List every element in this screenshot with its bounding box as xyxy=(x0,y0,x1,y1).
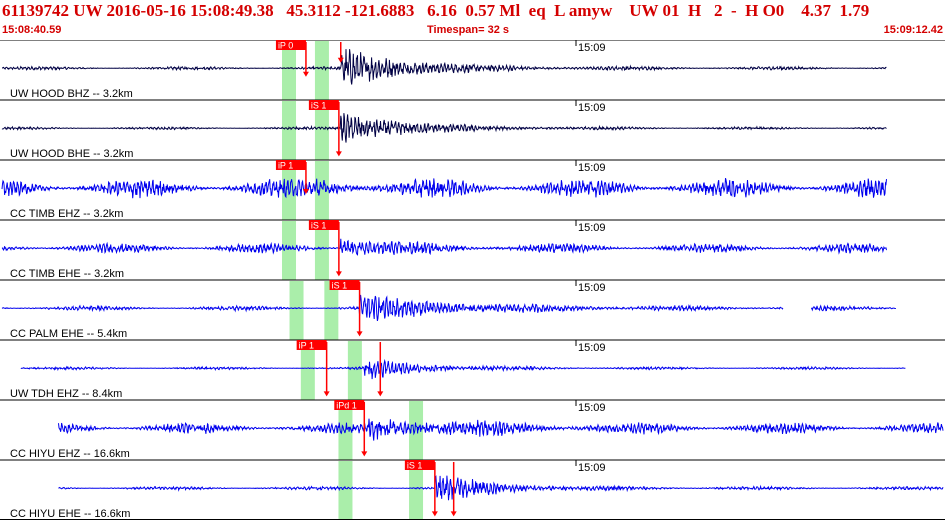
waveform-trace[interactable] xyxy=(1,294,896,322)
time-marker-label: 15:09 xyxy=(578,462,606,474)
pick-marker-triangle[interactable] xyxy=(323,391,330,397)
pick-marker-triangle[interactable] xyxy=(335,151,342,157)
pick-marker-triangle[interactable] xyxy=(431,511,438,517)
event-summary-line: 61139742 UW 2016-05-16 15:08:49.38 45.31… xyxy=(2,1,870,20)
time-marker-label: 15:09 xyxy=(578,222,606,234)
channel-label: CC HIYU EHZ -- 16.6km xyxy=(10,448,130,460)
pick-label[interactable]: iPd 1 xyxy=(336,401,357,411)
pick-marker-triangle[interactable] xyxy=(356,331,363,337)
pick-label[interactable]: iS 1 xyxy=(311,101,327,111)
analysis-window[interactable] xyxy=(338,461,353,520)
waveform-trace[interactable] xyxy=(58,418,944,441)
pick-marker-triangle[interactable] xyxy=(337,57,344,63)
waveform-trace[interactable] xyxy=(1,177,887,199)
timespan-label: Timespan= 32 s xyxy=(427,24,510,36)
pick-marker-triangle[interactable] xyxy=(450,511,457,517)
time-marker-label: 15:09 xyxy=(578,42,606,54)
channel-label: CC TIMB EHZ -- 3.2km xyxy=(10,208,123,220)
channel-label: CC PALM EHE -- 5.4km xyxy=(10,328,127,340)
channel-label: CC HIYU EHE -- 16.6km xyxy=(10,508,130,520)
pick-label[interactable]: iS 1 xyxy=(311,221,327,231)
channel-label: UW TDH EHZ -- 8.4km xyxy=(10,388,122,400)
time-marker-label: 15:09 xyxy=(578,402,606,414)
time-marker-label: 15:09 xyxy=(578,162,606,174)
pick-marker-triangle[interactable] xyxy=(335,271,342,277)
seismogram-panels[interactable]: 15:09 iP 0 UW HOOD BHZ -- 3.2km 15:09 iS 1 UW… xyxy=(0,40,945,520)
waveform-trace[interactable] xyxy=(1,113,887,143)
analysis-window[interactable] xyxy=(282,101,297,160)
pick-marker-triangle[interactable] xyxy=(377,391,384,397)
pick-label[interactable]: iP 0 xyxy=(278,41,293,51)
waveform-trace[interactable] xyxy=(20,358,906,380)
pick-label[interactable]: iS 1 xyxy=(407,461,423,471)
channel-label: UW HOOD BHE -- 3.2km xyxy=(10,148,133,160)
channel-label: CC TIMB EHE -- 3.2km xyxy=(10,268,124,280)
channel-label: UW HOOD BHZ -- 3.2km xyxy=(10,88,133,100)
end-time-label: 15:09:12.42 xyxy=(883,24,943,36)
analysis-window[interactable] xyxy=(289,281,304,340)
start-time-label: 15:08:40.59 xyxy=(2,24,62,36)
pick-marker-triangle[interactable] xyxy=(302,71,309,77)
waveform-trace[interactable] xyxy=(58,475,944,501)
pick-label[interactable]: iP 1 xyxy=(299,341,314,351)
pick-marker-triangle[interactable] xyxy=(361,451,368,457)
analysis-window[interactable] xyxy=(347,341,362,400)
time-marker-label: 15:09 xyxy=(578,342,606,354)
waveform-trace[interactable] xyxy=(1,238,887,256)
pick-label[interactable]: iP 1 xyxy=(278,161,293,171)
analysis-window[interactable] xyxy=(314,41,329,100)
time-marker-label: 15:09 xyxy=(578,282,606,294)
event-header: 61139742 UW 2016-05-16 15:08:49.38 45.31… xyxy=(0,0,945,40)
waveform-trace[interactable] xyxy=(2,49,887,85)
pick-label[interactable]: iS 1 xyxy=(332,281,348,291)
time-marker-label: 15:09 xyxy=(578,102,606,114)
seismogram-canvas[interactable]: 15:09 iP 0 UW HOOD BHZ -- 3.2km 15:09 iS 1 UW… xyxy=(0,40,945,520)
